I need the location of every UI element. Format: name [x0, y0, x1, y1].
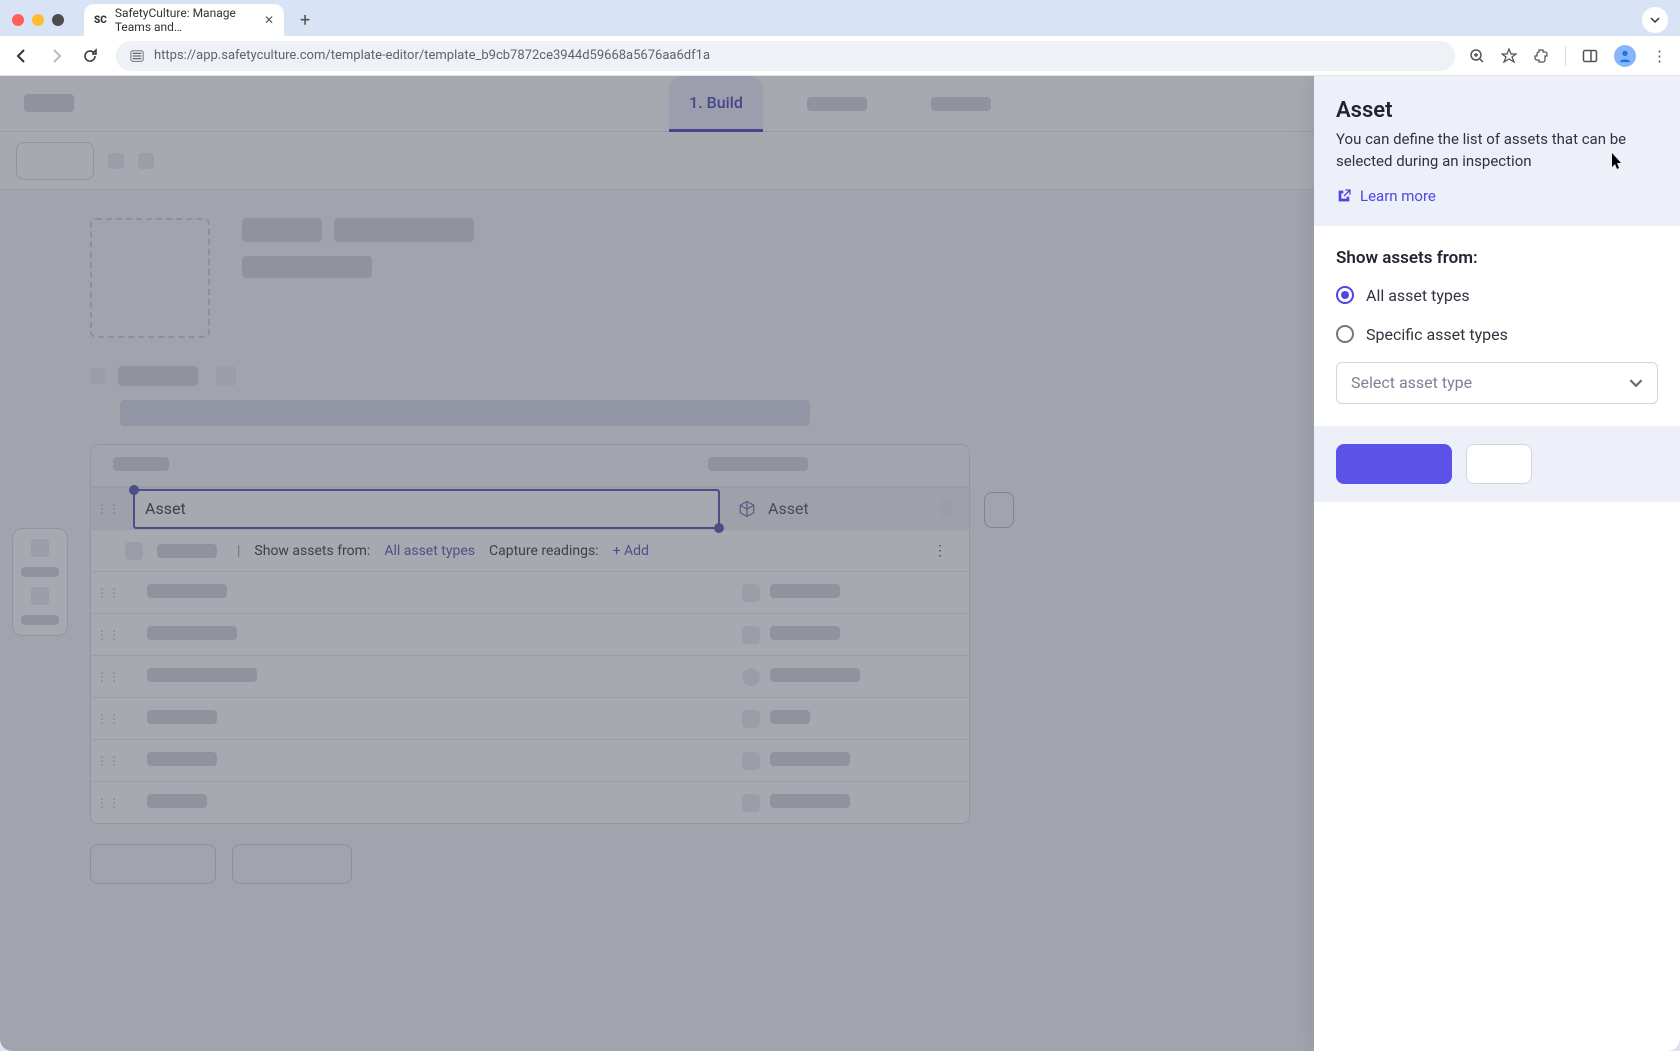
- tab-overflow-button[interactable]: [1642, 7, 1668, 33]
- address-bar[interactable]: https://app.safetyculture.com/template-e…: [116, 41, 1455, 71]
- asset-config-panel: Asset You can define the list of assets …: [1314, 76, 1680, 1051]
- site-settings-icon: [130, 49, 144, 63]
- forward-button[interactable]: [48, 48, 68, 64]
- panel-title: Asset: [1336, 98, 1658, 123]
- radio-specific-asset-types[interactable]: Specific asset types: [1336, 325, 1658, 344]
- external-link-icon: [1336, 188, 1352, 204]
- browser-toolbar: https://app.safetyculture.com/template-e…: [0, 36, 1680, 76]
- zoom-icon[interactable]: [1469, 48, 1485, 64]
- profile-button[interactable]: [1614, 45, 1636, 67]
- url-text: https://app.safetyculture.com/template-e…: [154, 48, 710, 63]
- close-tab-icon[interactable]: ✕: [264, 13, 274, 27]
- cursor-icon: [1610, 152, 1624, 170]
- chevron-down-icon: [1629, 376, 1643, 390]
- favicon: SC: [94, 15, 107, 26]
- tab-title: SafetyCulture: Manage Teams and…: [115, 6, 256, 34]
- bookmark-icon[interactable]: [1501, 48, 1517, 64]
- browser-tab[interactable]: SC SafetyCulture: Manage Teams and… ✕: [84, 4, 284, 36]
- reload-button[interactable]: [82, 48, 102, 64]
- back-button[interactable]: [14, 48, 34, 64]
- new-tab-button[interactable]: +: [292, 10, 318, 31]
- browser-tab-strip: SC SafetyCulture: Manage Teams and… ✕ +: [0, 0, 1680, 36]
- show-assets-from-heading: Show assets from:: [1336, 248, 1658, 268]
- radio-icon: [1336, 325, 1354, 343]
- minimize-window-button[interactable]: [32, 14, 44, 26]
- window-controls: [12, 14, 76, 26]
- chrome-menu-icon[interactable]: ⋮: [1652, 47, 1666, 65]
- radio-all-asset-types[interactable]: All asset types: [1336, 286, 1658, 305]
- radio-icon: [1336, 286, 1354, 304]
- asset-type-select[interactable]: Select asset type: [1336, 362, 1658, 404]
- extensions-icon[interactable]: [1533, 48, 1549, 64]
- panel-secondary-button[interactable]: [1466, 444, 1532, 484]
- learn-more-link[interactable]: Learn more: [1336, 187, 1436, 205]
- sidepanel-icon[interactable]: [1582, 48, 1598, 64]
- close-window-button[interactable]: [12, 14, 24, 26]
- select-placeholder: Select asset type: [1351, 373, 1472, 392]
- maximize-window-button[interactable]: [52, 14, 64, 26]
- panel-primary-button[interactable]: [1336, 444, 1452, 484]
